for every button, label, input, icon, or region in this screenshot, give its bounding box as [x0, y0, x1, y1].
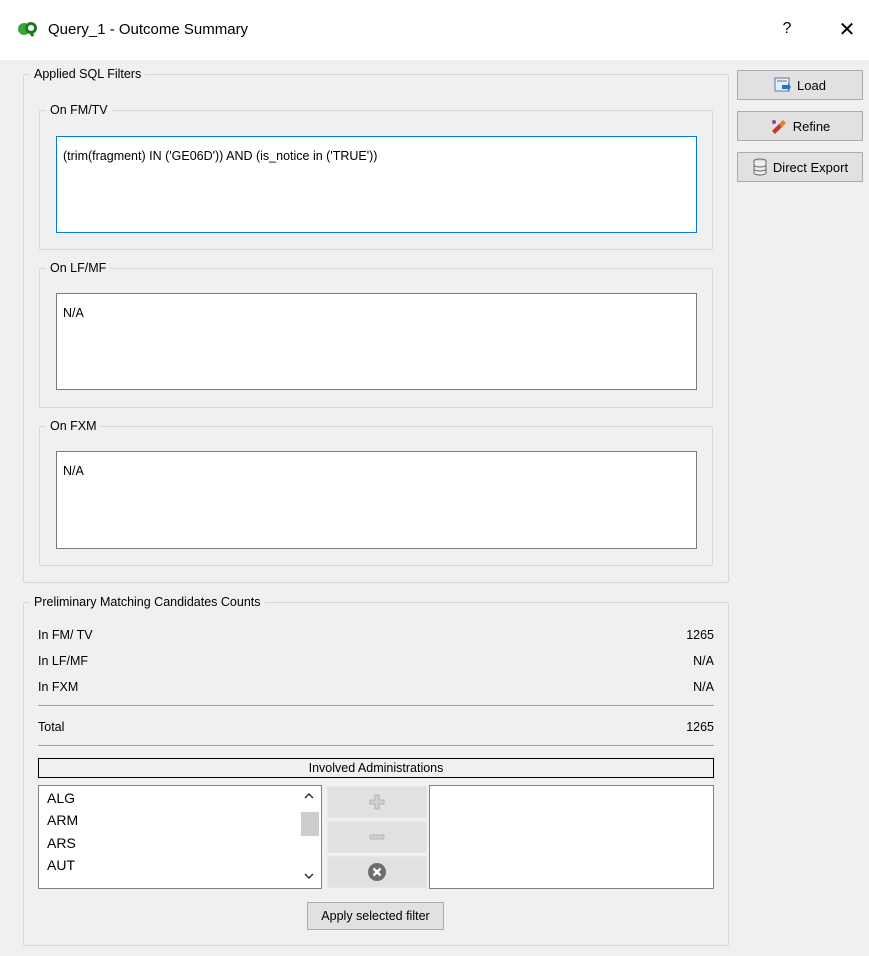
list-item[interactable]: ARM [47, 812, 78, 828]
clear-icon [368, 863, 386, 881]
scroll-thumb[interactable] [301, 812, 319, 836]
count-value: N/A [693, 654, 714, 668]
add-administration-button[interactable] [327, 786, 427, 818]
fxm-filter-textarea[interactable]: N/A [56, 451, 697, 549]
remove-administration-button[interactable] [327, 821, 427, 853]
fm-tv-filter-textarea[interactable]: (trim(fragment) IN ('GE06D')) AND (is_no… [56, 136, 697, 233]
load-label: Load [797, 77, 826, 93]
app-logo-icon [18, 22, 37, 38]
count-value: N/A [693, 680, 714, 694]
group-title: On LF/MF [46, 260, 111, 276]
refine-button[interactable]: Refine [737, 111, 863, 141]
count-label: In FXM [38, 680, 79, 694]
refine-label: Refine [792, 118, 831, 134]
total-value: 1265 [686, 720, 714, 734]
database-icon [753, 158, 767, 176]
chevron-down-icon[interactable] [303, 872, 315, 880]
refine-icon [771, 120, 786, 134]
list-item[interactable]: AUT [47, 857, 75, 873]
available-administrations-list[interactable]: ALG ARM ARS AUT [38, 785, 322, 889]
direct-export-button[interactable]: Direct Export [737, 152, 863, 182]
involved-administrations-header: Involved Administrations [38, 758, 714, 778]
lf-mf-filter-textarea[interactable]: N/A [56, 293, 697, 390]
title-bar: Query_1 - Outcome Summary ? ✕ [0, 0, 869, 60]
group-title: Preliminary Matching Candidates Counts [30, 594, 265, 610]
count-row-fxm: In FXM N/A [38, 680, 714, 698]
count-row-total: Total 1265 [38, 720, 714, 738]
count-label: In LF/MF [38, 654, 89, 668]
load-icon [774, 77, 792, 92]
count-value: 1265 [686, 628, 714, 642]
direct-export-label: Direct Export [772, 159, 849, 175]
close-button[interactable]: ✕ [833, 16, 861, 42]
group-title: On FXM [46, 418, 101, 434]
divider [38, 705, 714, 706]
apply-selected-filter-button[interactable]: Apply selected filter [307, 902, 444, 930]
group-title: Applied SQL Filters [30, 66, 146, 82]
count-row-fm-tv: In FM/ TV 1265 [38, 628, 714, 646]
selected-administrations-list[interactable] [429, 785, 714, 889]
group-title: On FM/TV [46, 102, 112, 118]
clear-administrations-button[interactable] [327, 856, 427, 888]
total-label: Total [38, 720, 65, 734]
chevron-up-icon[interactable] [303, 792, 315, 800]
minus-icon [369, 834, 385, 840]
load-button[interactable]: Load [737, 70, 863, 100]
divider [38, 745, 714, 746]
plus-icon [369, 794, 385, 810]
window-title: Query_1 - Outcome Summary [48, 21, 249, 38]
list-item[interactable]: ARS [47, 835, 76, 851]
count-row-lf-mf: In LF/MF N/A [38, 654, 714, 672]
help-button[interactable]: ? [775, 16, 799, 42]
count-label: In FM/ TV [38, 628, 93, 642]
list-scrollbar[interactable] [299, 786, 321, 888]
list-item[interactable]: ALG [47, 790, 75, 806]
